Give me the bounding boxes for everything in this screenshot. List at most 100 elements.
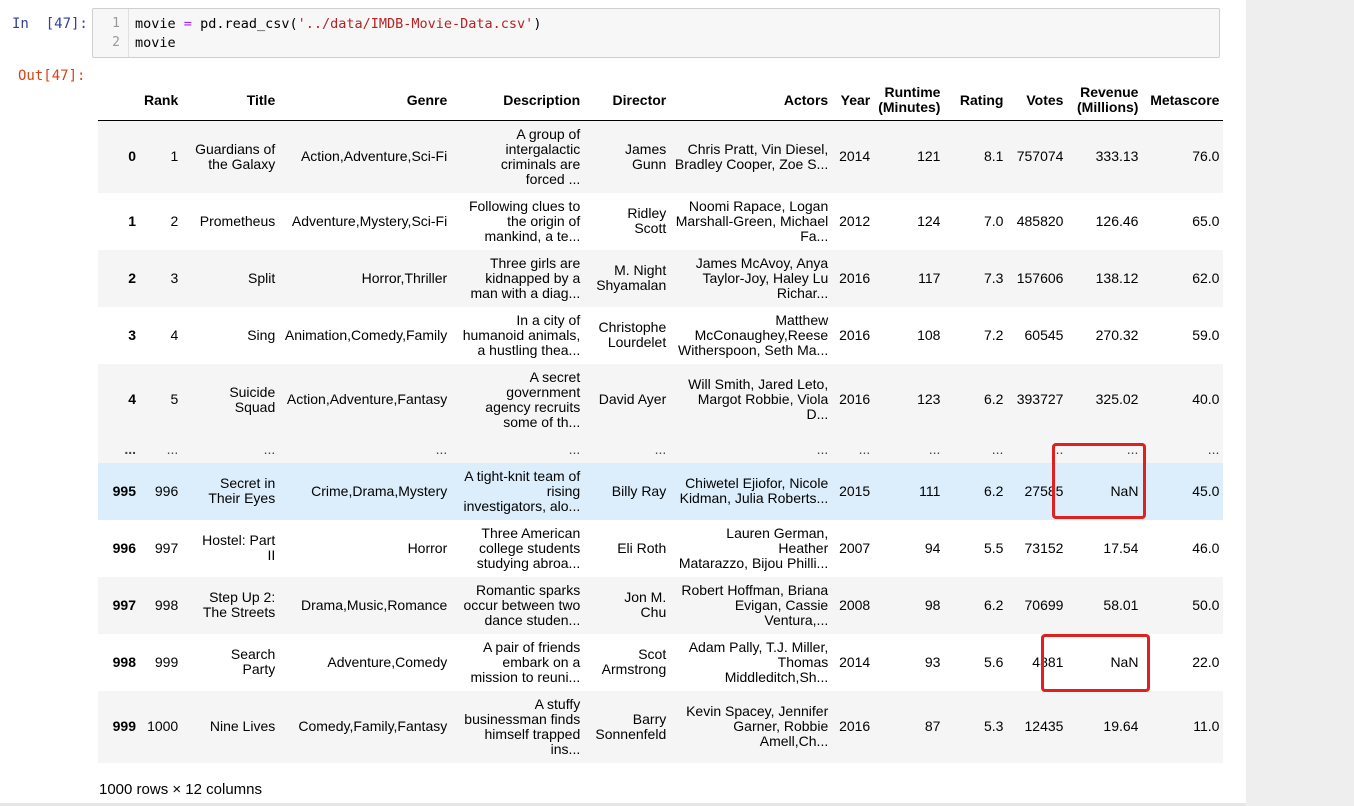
actors-cell: Noomi Rapace, Logan Marshall-Green, Micha… — [675, 197, 829, 244]
revenue-cell: 19.64 — [1103, 718, 1139, 734]
rank-header: Rank — [140, 80, 183, 121]
title-cell: Secret in Their Eyes — [208, 475, 276, 506]
title-cell: ... — [263, 440, 276, 457]
revenue-header: Revenue (Millions) — [1067, 80, 1143, 121]
metascore-cell: 45.0 — [1192, 482, 1220, 499]
index-header — [98, 80, 140, 121]
director-header: Director — [584, 80, 671, 121]
runtime-header: Runtime (Minutes) — [874, 80, 945, 121]
year-cell: 2016 — [839, 326, 871, 343]
genre-cell: Action,Adventure,Sci-Fi — [300, 148, 448, 165]
metascore-cell: 50.0 — [1192, 596, 1220, 613]
title-cell: Split — [248, 269, 276, 286]
votes-cell: 157606 — [1016, 269, 1064, 286]
rank-cell: 1 — [170, 148, 179, 165]
code-line-2[interactable]: movie — [135, 35, 176, 51]
metascore-cell: 22.0 — [1192, 653, 1220, 670]
nan-annotation-box — [1052, 443, 1146, 519]
votes-header: Votes — [1007, 80, 1068, 121]
title-cell: Search Party — [230, 646, 276, 677]
actors-cell: James McAvoy, Anya Taylor-Joy, Haley Lu Ri… — [695, 254, 829, 301]
year-cell: 2007 — [839, 539, 871, 556]
description-cell: Three American college students studying a… — [476, 524, 581, 571]
director-cell: Barry Sonnenfeld — [595, 710, 667, 742]
title-cell: Sing — [247, 326, 276, 343]
director-cell: Billy Ray — [611, 482, 667, 499]
year-cell: 2012 — [839, 212, 871, 229]
row-index: 999 — [112, 718, 136, 734]
year-cell: 2016 — [839, 391, 871, 407]
actors-cell: Robert Hoffman, Briana Evigan, Cassie Vent… — [681, 581, 829, 628]
rank-cell: 4 — [170, 326, 179, 343]
genre-cell: Drama,Music,Romance — [300, 596, 448, 613]
metascore-cell: 62.0 — [1192, 269, 1220, 286]
director-cell: James Gunn — [625, 140, 667, 172]
dataframe-shape-footer: 1000 rows × 12 columns — [99, 781, 263, 798]
rating-cell: 7.3 — [983, 269, 1004, 286]
table-row: 4 5 Suicide Squad Action,Adventure,Fantasy A … — [98, 363, 1224, 436]
director-cell: ... — [654, 440, 667, 457]
metascore-header: Metascore — [1142, 80, 1224, 121]
actors-cell: Matthew McConaughey,Reese Witherspoon, Set… — [678, 311, 829, 358]
table-row: 999 1000 Nine Lives Comedy,Family,Fantasy A … — [98, 690, 1224, 763]
genre-cell: Comedy,Family,Fantasy — [298, 718, 448, 734]
table-row: 996 997 Hostel: Part II Horror Three American… — [98, 520, 1223, 577]
genre-cell: Action,Adventure,Fantasy — [286, 391, 448, 407]
runtime-cell: ... — [928, 440, 941, 457]
code-line-1[interactable]: movie = pd.read_csv('../data/IMDB-Movie-… — [135, 16, 541, 32]
year-cell: 2014 — [839, 653, 871, 670]
title-header: Title — [182, 80, 280, 121]
table-row: 997 998 Step Up 2: The Streets Drama,Music,R… — [98, 576, 1224, 634]
director-cell: M. Night Shyamalan — [596, 262, 667, 293]
votes-cell: 757074 — [1016, 148, 1064, 165]
actors-cell: Will Smith, Jared Leto, Margot Robbie, Vi… — [688, 376, 829, 422]
actors-cell: Kevin Spacey, Jennifer Garner, Robbie Amel… — [686, 703, 829, 749]
description-header: Description — [451, 80, 585, 121]
rank-cell: 997 — [154, 539, 179, 556]
rating-cell: 7.0 — [983, 212, 1004, 229]
runtime-cell: 93 — [924, 653, 941, 670]
nan-annotation-box — [1041, 634, 1150, 692]
actors-cell: Chris Pratt, Vin Diesel, Bradley Cooper, … — [674, 140, 829, 172]
genre-cell: Crime,Drama,Mystery — [311, 482, 448, 499]
description-cell: Following clues to the origin of mankind, … — [468, 197, 581, 244]
title-cell: Step Up 2: The Streets — [202, 589, 276, 620]
row-index: 0 — [128, 148, 136, 165]
rank-cell: 1000 — [147, 718, 179, 734]
votes-cell: 12435 — [1024, 718, 1064, 734]
rating-cell: 6.2 — [983, 391, 1004, 407]
description-cell: A stuffy businessman finds himself trapped… — [464, 695, 581, 757]
year-cell: 2014 — [839, 148, 871, 165]
header-row: Rank Title Genre Description Director Actors Y… — [98, 80, 1224, 121]
row-index: 4 — [128, 391, 136, 407]
votes-cell: 73152 — [1024, 539, 1064, 556]
rating-cell: 5.5 — [983, 539, 1004, 556]
revenue-cell: 126.46 — [1095, 212, 1139, 229]
runtime-cell: 121 — [917, 148, 941, 165]
rating-cell: 6.2 — [983, 596, 1004, 613]
code-string: '../data/IMDB-Movie-Data.csv' — [297, 16, 534, 32]
description-cell: In a city of humanoid animals, a hustling … — [462, 311, 581, 358]
rank-cell: 996 — [154, 482, 179, 499]
code-cell[interactable]: 1 2 movie = pd.read_csv('../data/IMDB-Mo… — [92, 8, 1220, 58]
title-cell: Nine Lives — [209, 718, 276, 734]
runtime-cell: 94 — [924, 539, 941, 556]
description-cell: A tight-knit team of rising investigators,… — [463, 467, 581, 514]
year-cell: ... — [858, 440, 871, 457]
rank-cell: 3 — [170, 269, 179, 286]
row-index: 1 — [128, 212, 136, 229]
year-cell: 2015 — [839, 482, 871, 499]
votes-cell: 393727 — [1016, 391, 1064, 407]
title-cell: Guardians of the Galaxy — [195, 140, 276, 172]
rank-cell: 5 — [170, 391, 179, 407]
revenue-cell: 58.01 — [1103, 596, 1139, 613]
description-cell: A pair of friends embark on a mission to r… — [470, 638, 581, 685]
votes-cell: 70699 — [1024, 596, 1064, 613]
genre-cell: Horror — [407, 539, 448, 556]
description-cell: A secret government agency recruits some of… — [485, 368, 581, 430]
code-operator: = — [183, 16, 192, 32]
row-index: 997 — [112, 596, 136, 613]
line-number: 1 — [112, 16, 120, 31]
rating-header: Rating — [944, 80, 1008, 121]
runtime-cell: 87 — [924, 718, 941, 734]
